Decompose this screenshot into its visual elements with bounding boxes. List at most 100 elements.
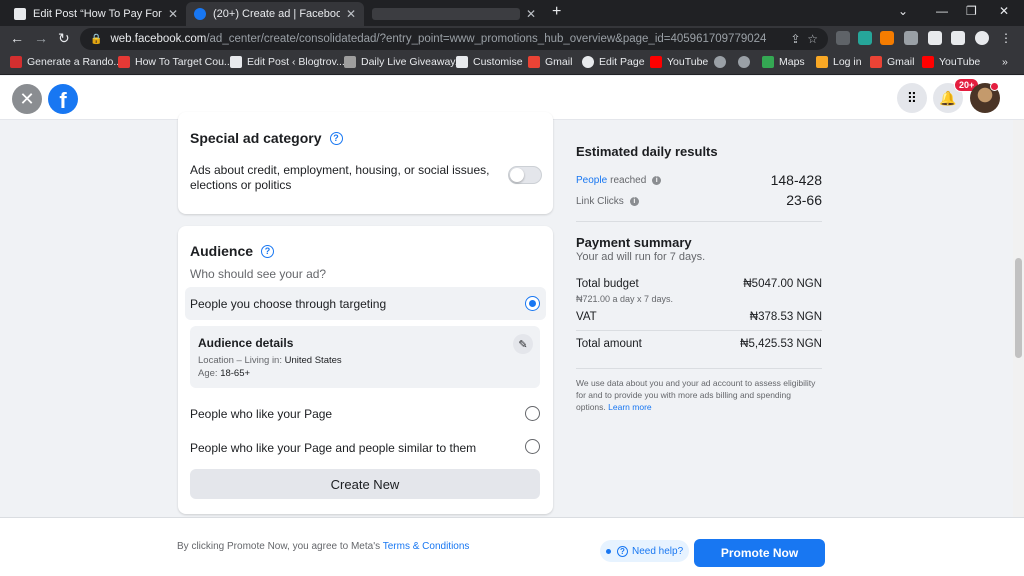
help-icon[interactable]: ?: [261, 244, 275, 258]
facebook-logo-icon[interactable]: f: [48, 84, 78, 114]
bookmark-item[interactable]: Log in: [816, 56, 862, 68]
profile-icon[interactable]: [975, 31, 989, 45]
footer-bar: By clicking Promote Now, you agree to Me…: [0, 517, 1024, 576]
audience-details-title: Audience details: [198, 336, 294, 350]
audience-title: Audience ?: [190, 243, 275, 259]
bookmark-item[interactable]: Generate a Rando...: [10, 56, 122, 68]
vat-row: VAT ₦378.53 NGN: [576, 311, 822, 323]
bookmark-item[interactable]: How To Target Cou...: [118, 56, 233, 68]
window-close-button[interactable]: ✕: [999, 4, 1009, 18]
vat-value: ₦378.53 NGN: [749, 311, 822, 323]
restore-button[interactable]: ❐: [966, 4, 977, 18]
bookmark-label: Generate a Rando...: [27, 56, 123, 68]
tab-title: (20+) Create ad | Facebook: [213, 8, 340, 20]
need-help-label: Need help?: [632, 545, 684, 557]
learn-more-link[interactable]: Learn more: [608, 402, 651, 412]
bookmark-favicon-icon: [816, 56, 828, 68]
bookmark-label: YouTube: [939, 56, 981, 68]
audience-age: Age: 18-65+: [198, 368, 250, 379]
bookmark-item[interactable]: [714, 56, 731, 68]
browser-tab-bar: Edit Post “How To Pay For Facebo ✕ (20+)…: [0, 0, 1024, 26]
special-ad-toggle[interactable]: [508, 166, 542, 184]
browser-tab-edit-post[interactable]: Edit Post “How To Pay For Facebo ✕: [6, 2, 186, 26]
gmail-icon: [528, 56, 540, 68]
bookmark-item[interactable]: Edit Post ‹ Blogtrov...: [230, 56, 345, 68]
bookmark-favicon-icon: [230, 56, 242, 68]
gmail-icon: [870, 56, 882, 68]
bookmark-item[interactable]: YouTube: [922, 56, 980, 68]
radio-page-likers[interactable]: [525, 406, 540, 421]
youtube-icon: [922, 56, 934, 68]
radio-targeting[interactable]: [525, 296, 540, 311]
audience-details-box: Audience details Location – Living in: U…: [190, 326, 540, 388]
new-tab-button[interactable]: +: [552, 3, 561, 21]
tab-close-icon[interactable]: ✕: [526, 7, 536, 21]
avatar-status-dot: [990, 82, 999, 91]
bookmark-item[interactable]: Maps: [762, 56, 805, 68]
back-arrow-icon[interactable]: ←: [10, 30, 24, 46]
tab-close-icon[interactable]: ✕: [168, 7, 178, 21]
bookmark-item[interactable]: Customise: [456, 56, 523, 68]
minimize-button[interactable]: —: [936, 4, 948, 18]
people-link[interactable]: People: [576, 175, 607, 186]
bookmarks-overflow-button[interactable]: »: [1002, 56, 1008, 68]
address-bar[interactable]: 🔒 web.facebook.com /ad_center/create/con…: [80, 28, 828, 50]
browser-tab-create-ad[interactable]: (20+) Create ad | Facebook ✕: [186, 2, 364, 26]
scrollbar-thumb[interactable]: [1015, 258, 1022, 358]
maps-icon: [762, 56, 774, 68]
bookmark-item[interactable]: YouTube: [650, 56, 708, 68]
help-icon[interactable]: ?: [329, 131, 343, 145]
people-reached-label: People reached i: [576, 175, 662, 186]
shield-extension-icon[interactable]: [904, 31, 918, 45]
create-new-button[interactable]: Create New: [190, 469, 540, 499]
edit-pencil-icon[interactable]: ✎: [513, 334, 533, 354]
age-value: 18-65+: [220, 368, 251, 379]
total-budget-row: Total budget ₦5047.00 NGN: [576, 278, 822, 290]
forward-arrow-icon[interactable]: →: [34, 30, 48, 46]
info-icon[interactable]: i: [629, 197, 639, 206]
payment-summary-title: Payment summary: [576, 235, 692, 250]
info-icon[interactable]: i: [652, 176, 662, 185]
need-help-button[interactable]: ? Need help?: [600, 540, 690, 562]
audience-card: Audience ? Who should see your ad? Peopl…: [178, 226, 553, 514]
bookmark-label: Edit Page: [599, 56, 645, 68]
bookmark-item[interactable]: Edit Page: [582, 56, 645, 68]
bookmark-item[interactable]: [738, 56, 755, 68]
bookmark-item[interactable]: Gmail: [870, 56, 914, 68]
promote-now-button[interactable]: Promote Now: [694, 539, 825, 567]
radio-page-likers-similar[interactable]: [525, 439, 540, 454]
toggle-knob: [510, 168, 524, 182]
metamask-icon[interactable]: [880, 31, 894, 45]
total-budget-value: ₦5047.00 NGN: [743, 278, 822, 290]
bookmark-favicon-icon: [582, 56, 594, 68]
reload-icon[interactable]: ↻: [58, 30, 70, 47]
bookmark-label: YouTube: [667, 56, 709, 68]
divider: [576, 330, 822, 331]
sidebar-icon[interactable]: [951, 31, 965, 45]
puzzle-extensions-icon[interactable]: [928, 31, 942, 45]
audience-location: Location – Living in: United States: [198, 355, 342, 366]
bookmark-favicon-icon: [10, 56, 22, 68]
browser-tab-blurred[interactable]: ✕: [364, 2, 544, 26]
divider: [576, 221, 822, 222]
vat-label: VAT: [576, 311, 597, 323]
terms-link[interactable]: Terms & Conditions: [383, 541, 470, 552]
total-budget-label: Total budget: [576, 278, 639, 290]
terms-notice: By clicking Promote Now, you agree to Me…: [177, 541, 469, 552]
bookmark-label: Gmail: [887, 56, 915, 68]
bookmark-item[interactable]: Gmail: [528, 56, 572, 68]
card-title-text: Audience: [190, 243, 254, 259]
page-scrollbar[interactable]: [1013, 120, 1024, 517]
bookmark-item[interactable]: Daily Live Giveaway...: [344, 56, 464, 68]
extension-icon[interactable]: [836, 31, 850, 45]
divider: [576, 368, 822, 369]
facebook-favicon-icon: [194, 8, 206, 20]
share-bookmark-icons[interactable]: ⇪ ☆: [791, 32, 818, 46]
close-icon[interactable]: ✕: [12, 84, 42, 114]
tab-search-icon[interactable]: ⌄: [898, 4, 908, 18]
bookmark-label: How To Target Cou...: [135, 56, 233, 68]
tab-close-icon[interactable]: ✕: [346, 7, 356, 21]
menu-grid-icon[interactable]: ⠿: [897, 83, 927, 113]
extension-icon[interactable]: [858, 31, 872, 45]
browser-menu-icon[interactable]: ⋮: [1000, 31, 1014, 45]
